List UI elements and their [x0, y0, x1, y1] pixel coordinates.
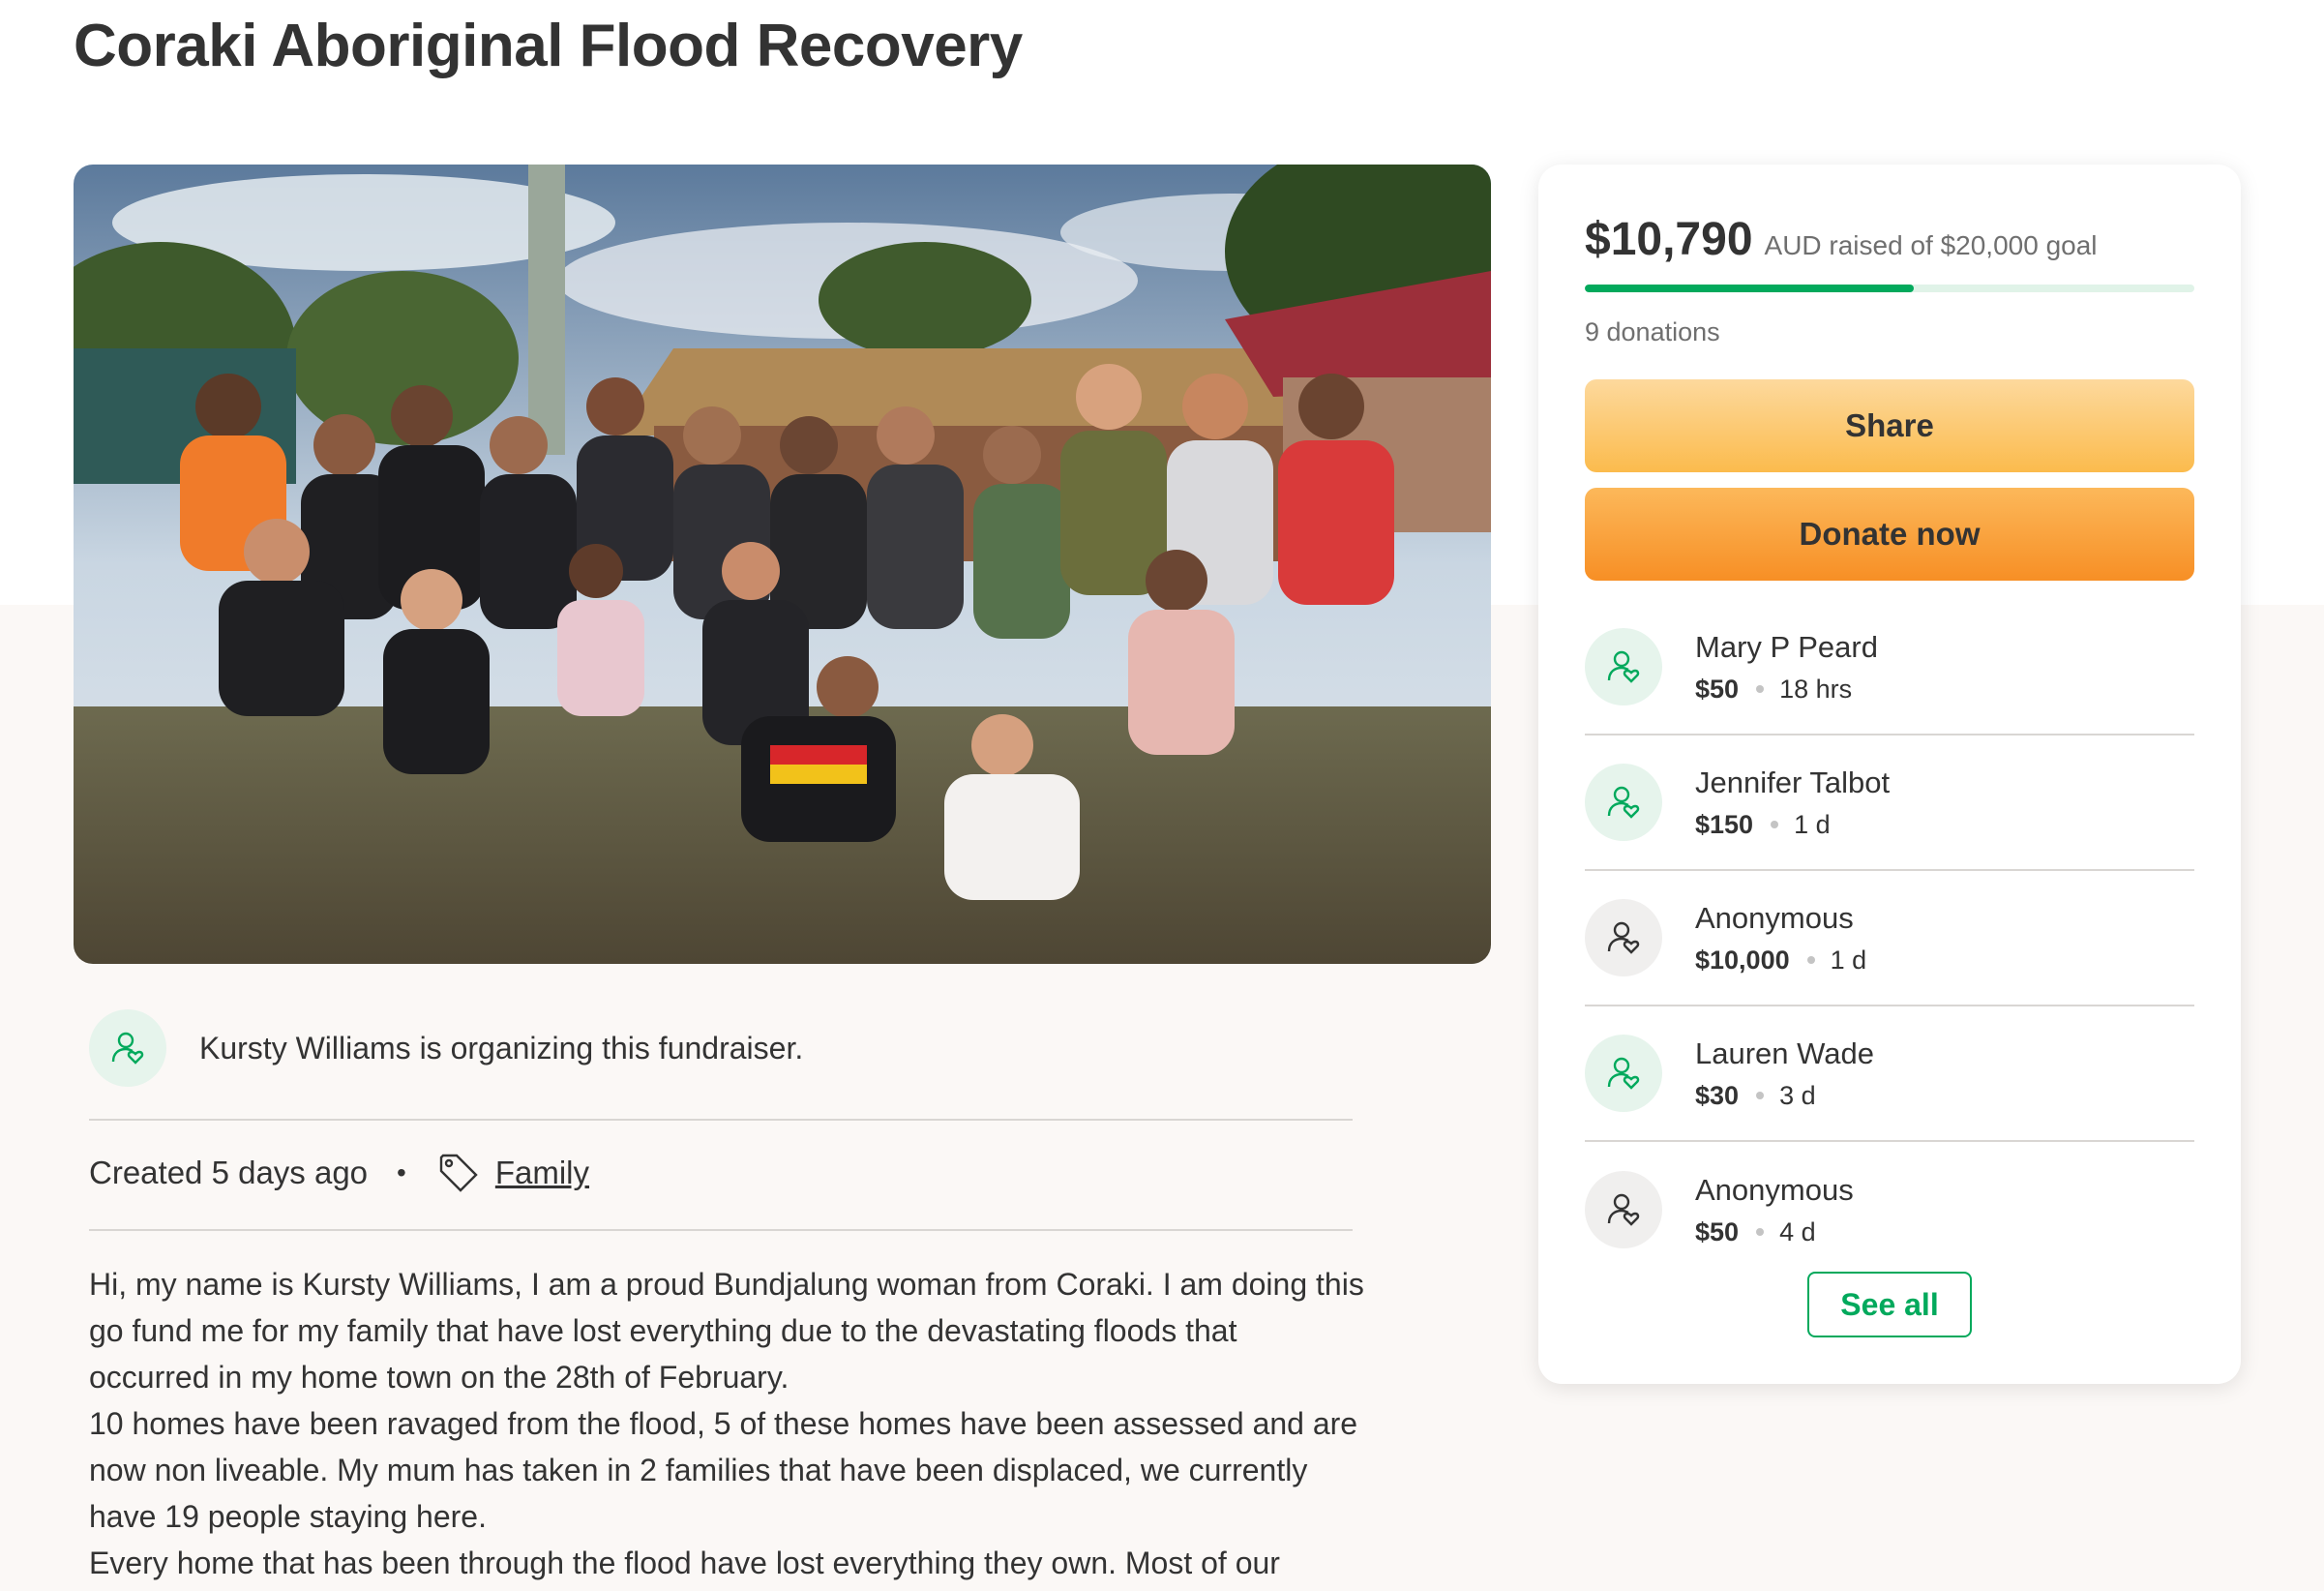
user-heart-icon — [111, 1032, 144, 1065]
campaign-hero-image — [74, 165, 1491, 964]
story-line: Every home that has been through the flo… — [89, 1546, 1280, 1580]
user-heart-icon — [1607, 786, 1640, 819]
organizer-text: Kursty Williams is organizing this fundr… — [199, 1030, 804, 1066]
donor-item: Lauren Wade $30 3 d — [1585, 1006, 2194, 1142]
divider — [89, 1229, 1353, 1231]
donor-avatar — [1585, 899, 1662, 976]
story-line: 10 homes have been ravaged from the floo… — [89, 1406, 1358, 1441]
donation-count: 9 donations — [1585, 317, 1720, 346]
donation-card: $10,790 AUD raised of $20,000 goal 9 don… — [1538, 165, 2241, 1384]
meta-separator: • — [397, 1157, 406, 1187]
see-all-button[interactable]: See all — [1807, 1272, 1972, 1337]
story-line: go fund me for my family that have lost … — [89, 1313, 1237, 1348]
separator-dot — [1771, 821, 1779, 828]
story-line: have 19 people staying here. — [89, 1499, 487, 1534]
donor-name: Lauren Wade — [1695, 1036, 1874, 1070]
raised-summary: $10,790 AUD raised of $20,000 goal — [1585, 213, 2098, 266]
share-button[interactable]: Share — [1585, 379, 2194, 472]
donor-name: Jennifer Talbot — [1695, 765, 1891, 799]
organizer-row: Kursty Williams is organizing this fundr… — [89, 1009, 1353, 1087]
donor-name: Anonymous — [1695, 900, 1854, 935]
group-photo — [74, 165, 1491, 964]
progress-bar — [1585, 285, 2194, 292]
donor-name: Anonymous — [1695, 1172, 1854, 1207]
user-heart-icon — [1607, 1193, 1640, 1226]
story-line: now non liveable. My mum has taken in 2 … — [89, 1453, 1308, 1487]
donor-list: Mary P Peard $50 18 hrs Jennifer Talbot $… — [1585, 600, 2194, 1277]
story-line: occurred in my home town on the 28th of … — [89, 1360, 790, 1395]
progress-fill — [1585, 285, 1915, 292]
donor-item: Anonymous $10,000 1 d — [1585, 871, 2194, 1006]
donor-avatar — [1585, 628, 1662, 705]
divider — [89, 1119, 1353, 1121]
category-link[interactable]: Family — [495, 1155, 589, 1191]
donor-time: 1 d — [1830, 945, 1867, 975]
organizer-avatar — [89, 1009, 166, 1087]
user-heart-icon — [1607, 1057, 1640, 1090]
donor-time: 1 d — [1794, 809, 1831, 839]
donor-item: Jennifer Talbot $150 1 d — [1585, 735, 2194, 871]
donor-amount: $50 — [1695, 674, 1740, 704]
page-title: Coraki Aboriginal Flood Recovery — [74, 13, 1023, 79]
raised-goal-text: AUD raised of $20,000 goal — [1764, 230, 2098, 260]
user-heart-icon — [1607, 650, 1640, 683]
raised-amount: $10,790 — [1585, 214, 1753, 265]
donor-amount: $10,000 — [1695, 945, 1790, 975]
separator-dot — [1756, 685, 1765, 693]
user-heart-icon — [1607, 921, 1640, 954]
separator-dot — [1756, 1228, 1765, 1236]
donor-name: Mary P Peard — [1695, 629, 1878, 664]
donor-avatar — [1585, 1035, 1662, 1112]
donor-amount: $30 — [1695, 1080, 1740, 1110]
donor-amount: $50 — [1695, 1216, 1740, 1246]
campaign-story: Hi, my name is Kursty Williams, I am a p… — [89, 1261, 1366, 1586]
tag-icon — [439, 1154, 478, 1192]
separator-dot — [1756, 1092, 1765, 1099]
donor-avatar — [1585, 764, 1662, 841]
donor-item: Anonymous $50 4 d — [1585, 1142, 2194, 1277]
separator-dot — [1806, 956, 1815, 964]
created-date: Created 5 days ago — [89, 1155, 369, 1190]
donor-time: 18 hrs — [1779, 674, 1853, 704]
story-line: Hi, my name is Kursty Williams, I am a p… — [89, 1267, 1364, 1302]
donor-time: 3 d — [1779, 1080, 1816, 1110]
donor-item: Mary P Peard $50 18 hrs — [1585, 600, 2194, 735]
donor-avatar — [1585, 1171, 1662, 1248]
donor-amount: $150 — [1695, 809, 1754, 839]
donate-now-button[interactable]: Donate now — [1585, 488, 2194, 581]
campaign-meta: Created 5 days ago • Family — [89, 1152, 589, 1194]
donor-time: 4 d — [1779, 1216, 1816, 1246]
